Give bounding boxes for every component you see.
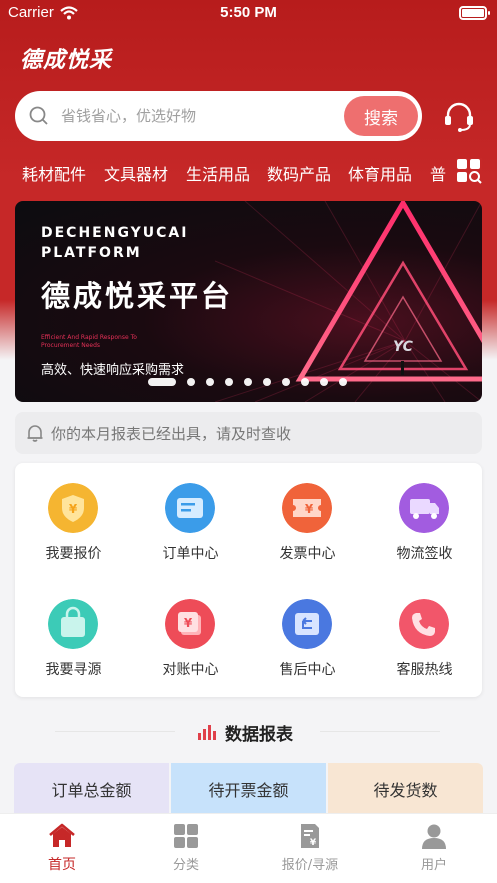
category-item[interactable]: 文具器材	[104, 161, 168, 185]
search-bar[interactable]: 搜索	[15, 91, 422, 141]
phone-icon	[399, 599, 449, 649]
category-item[interactable]: 生活用品	[186, 161, 250, 185]
function-invoice[interactable]: ¥ 发票中心	[249, 483, 366, 583]
svg-text:¥: ¥	[184, 616, 193, 630]
pagination-dot[interactable]	[282, 378, 290, 386]
pagination-dot[interactable]	[244, 378, 252, 386]
pagination-dot[interactable]	[339, 378, 347, 386]
tab-label: 用户	[420, 858, 447, 873]
search-button[interactable]: 搜索	[344, 96, 418, 136]
pagination-dot[interactable]	[320, 378, 328, 386]
function-label: 客服热线	[396, 662, 453, 678]
function-reconcile[interactable]: ¥ 对账中心	[132, 599, 249, 699]
reconcile-icon: ¥	[165, 599, 215, 649]
svg-text:¥: ¥	[69, 502, 78, 516]
banner-artwork: YC	[215, 201, 482, 402]
tab-home[interactable]: 首页	[0, 814, 124, 883]
order-card-icon	[165, 483, 215, 533]
user-icon	[422, 824, 446, 849]
truck-icon	[399, 483, 449, 533]
promo-banner[interactable]: YC DECHENGYUCAI PLATFORM 德成悦采平台 Efficien…	[15, 201, 482, 402]
banner-title-en-line2: PLATFORM	[41, 245, 142, 261]
tab-category[interactable]: 分类	[124, 814, 248, 883]
stat-tab-pending-invoice[interactable]: 待开票金额	[171, 763, 326, 815]
function-logistics[interactable]: 物流签收	[366, 483, 483, 583]
data-report-header: 数据报表	[0, 718, 497, 746]
quote-doc-icon: ¥	[301, 824, 319, 848]
banner-subtitle: 高效、快速响应采购需求	[41, 363, 185, 378]
quote-shield-icon: ¥	[48, 483, 98, 533]
search-input[interactable]	[61, 103, 341, 129]
pagination-dot[interactable]	[225, 378, 233, 386]
stat-tab-pending-shipment[interactable]: 待发货数	[328, 763, 483, 815]
svg-text:YC: YC	[393, 339, 414, 355]
function-hotline[interactable]: 客服热线	[366, 599, 483, 699]
home-icon	[49, 823, 75, 847]
function-label: 对账中心	[162, 662, 219, 678]
function-label: 物流签收	[396, 546, 453, 562]
stat-tab-label: 订单总金额	[51, 781, 132, 800]
svg-text:¥: ¥	[305, 502, 314, 516]
tab-label: 报价/寻源	[281, 858, 339, 873]
category-item[interactable]: 数码产品	[267, 161, 331, 185]
function-label: 售后中心	[279, 662, 336, 678]
stat-tab-label: 待开票金额	[208, 781, 289, 800]
banner-title-en: DECHENGYUCAI PLATFORM	[41, 223, 188, 263]
category-menu-icon[interactable]	[456, 158, 482, 184]
tab-label: 首页	[48, 857, 76, 873]
category-item[interactable]: 耗材配件	[22, 161, 86, 185]
return-box-icon	[282, 599, 332, 649]
pagination-dot[interactable]	[187, 378, 195, 386]
pagination-dot[interactable]	[148, 378, 176, 386]
category-item[interactable]: 普	[430, 161, 446, 185]
battery-icon	[459, 6, 490, 20]
tab-quote-sourcing[interactable]: ¥ 报价/寻源	[248, 814, 372, 883]
function-grid: ¥ 我要报价 订单中心 ¥ 发票中心 物流签收 我要寻源 ¥ 对账中心 售后中心…	[15, 463, 482, 697]
status-time: 5:50 PM	[220, 4, 277, 21]
stat-tab-label: 待发货数	[373, 781, 438, 800]
divider-left	[55, 731, 175, 732]
category-bar: 耗材配件 文具器材 生活用品 数码产品 体育用品 普	[0, 155, 497, 189]
pagination-dot[interactable]	[301, 378, 309, 386]
banner-title: 德成悦采平台	[41, 279, 234, 313]
tab-user[interactable]: 用户	[372, 814, 496, 883]
banner-pagination	[148, 377, 347, 387]
shopping-bag-icon	[48, 599, 98, 649]
pagination-dot[interactable]	[206, 378, 214, 386]
app-logo: 德成悦采	[20, 48, 113, 73]
stat-tab-order-total[interactable]: 订单总金额	[14, 763, 169, 815]
function-label: 订单中心	[162, 546, 219, 562]
category-item[interactable]: 体育用品	[348, 161, 412, 185]
svg-text:¥: ¥	[310, 838, 317, 848]
customer-service-icon[interactable]	[442, 100, 476, 134]
banner-title-en-line1: DECHENGYUCAI	[41, 225, 189, 241]
function-quote[interactable]: ¥ 我要报价	[15, 483, 132, 583]
function-sourcing[interactable]: 我要寻源	[15, 599, 132, 699]
bottom-tab-bar: 首页 分类 ¥ 报价/寻源 用户	[0, 813, 497, 883]
banner-small-line2: Procurement Needs	[41, 342, 101, 349]
invoice-ticket-icon: ¥	[282, 483, 332, 533]
divider-right	[320, 731, 440, 732]
status-bar: Carrier 5:50 PM	[0, 0, 497, 28]
tab-label: 分类	[172, 858, 199, 873]
category-grid-icon	[174, 824, 198, 848]
function-label: 发票中心	[279, 546, 336, 562]
banner-small-line1: Efficient And Rapid Response To	[41, 334, 137, 341]
function-aftersales[interactable]: 售后中心	[249, 599, 366, 699]
bell-icon	[27, 425, 43, 442]
data-report-title: 数据报表	[225, 725, 293, 745]
function-label: 我要报价	[45, 546, 102, 562]
notice-text: 你的本月报表已经出具，请及时查收	[51, 425, 292, 443]
search-icon	[29, 106, 48, 125]
banner-small-text: Efficient And Rapid Response To Procurem…	[41, 334, 161, 350]
function-label: 我要寻源	[45, 662, 102, 678]
bar-chart-icon	[198, 725, 216, 740]
function-orders[interactable]: 订单中心	[132, 483, 249, 583]
notice-bar[interactable]: 你的本月报表已经出具，请及时查收	[15, 412, 482, 454]
pagination-dot[interactable]	[263, 378, 271, 386]
